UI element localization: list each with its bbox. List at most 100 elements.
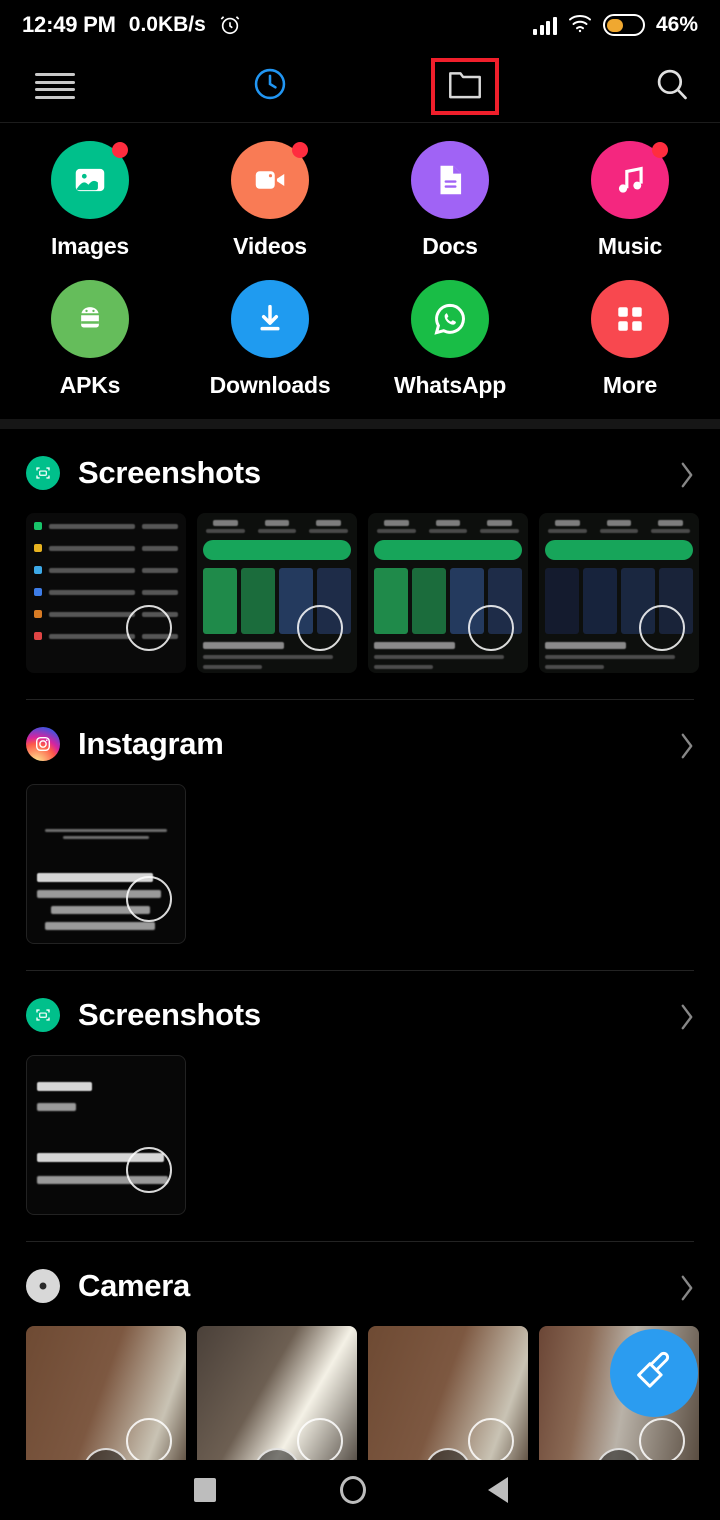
search-icon	[654, 66, 690, 107]
section-screenshots-2: Screenshots	[0, 971, 720, 1242]
chevron-right-icon[interactable]	[680, 1003, 694, 1027]
category-label: Docs	[422, 233, 477, 260]
android-icon	[51, 280, 129, 358]
section-header[interactable]: Instagram	[0, 700, 720, 784]
section-instagram-1: Instagram	[0, 700, 720, 971]
recents-button[interactable]	[194, 1478, 216, 1502]
notification-badge	[112, 142, 128, 158]
document-icon	[411, 141, 489, 219]
menu-button[interactable]	[0, 73, 110, 99]
alarm-icon	[219, 14, 241, 36]
battery-percent: 46%	[656, 13, 698, 37]
touch-indicator	[639, 1418, 685, 1464]
touch-indicator	[297, 1418, 343, 1464]
category-icon-wrap	[51, 280, 129, 358]
screenshot-icon	[26, 456, 60, 490]
back-button[interactable]	[488, 1477, 508, 1503]
thumbnail-playstore-3[interactable]	[539, 513, 699, 673]
category-icon-wrap	[231, 280, 309, 358]
section-title: Instagram	[78, 726, 223, 762]
section-screenshots-0: Screenshots	[0, 429, 720, 700]
category-label: APKs	[60, 372, 121, 399]
grid-icon	[591, 280, 669, 358]
thumbnail-instagram-post-zoom[interactable]	[26, 1055, 186, 1215]
file-sections: Screenshots Instagram Screenshots Camera	[0, 429, 720, 1512]
phone-screen: 12:49 PM 0.0KB/s 46% Images Videos Docs …	[0, 0, 720, 1520]
category-icon-wrap	[231, 141, 309, 219]
section-header[interactable]: Camera	[0, 1242, 720, 1326]
battery-icon	[603, 14, 645, 36]
touch-indicator	[126, 1147, 172, 1193]
status-bar-right: 46%	[533, 13, 698, 38]
hamburger-menu-icon	[35, 73, 75, 99]
tab-recent[interactable]	[252, 66, 288, 107]
category-apks[interactable]: APKs	[0, 280, 180, 399]
screenshot-icon	[26, 998, 60, 1032]
folder-icon	[445, 66, 485, 107]
category-more[interactable]: More	[540, 280, 720, 399]
status-bar: 12:49 PM 0.0KB/s 46%	[0, 0, 720, 50]
category-whatsapp[interactable]: WhatsApp	[360, 280, 540, 399]
signal-icon	[533, 15, 557, 35]
chevron-right-icon[interactable]	[680, 732, 694, 756]
wifi-icon	[568, 13, 592, 38]
touch-indicator	[126, 1418, 172, 1464]
category-docs[interactable]: Docs	[360, 141, 540, 260]
category-icon-wrap	[591, 141, 669, 219]
thumbnail-row	[0, 784, 720, 970]
category-label: More	[603, 372, 657, 399]
category-icon-wrap	[411, 141, 489, 219]
category-icon-wrap	[591, 280, 669, 358]
touch-indicator	[126, 876, 172, 922]
download-icon	[231, 280, 309, 358]
cleaner-brush-icon	[632, 1349, 676, 1398]
clock-recent-icon	[252, 66, 288, 107]
section-header[interactable]: Screenshots	[0, 971, 720, 1055]
touch-indicator	[468, 605, 514, 651]
whatsapp-icon	[411, 280, 489, 358]
home-button[interactable]	[340, 1476, 366, 1504]
status-time: 12:49 PM	[22, 12, 116, 38]
section-header[interactable]: Screenshots	[0, 429, 720, 513]
touch-indicator	[126, 605, 172, 651]
touch-indicator	[639, 605, 685, 651]
thumbnail-row	[0, 513, 720, 699]
triangle-back-icon	[488, 1477, 508, 1503]
system-navigation-bar	[0, 1460, 720, 1520]
touch-indicator	[297, 605, 343, 651]
network-speed: 0.0KB/s	[129, 13, 206, 37]
thumbnail-instagram-post[interactable]	[26, 784, 186, 944]
square-recents-icon	[194, 1478, 216, 1502]
camera-icon	[26, 1269, 60, 1303]
category-grid: Images Videos Docs Music APKs Downloads WhatsA…	[0, 123, 720, 419]
category-downloads[interactable]: Downloads	[180, 280, 360, 399]
category-videos[interactable]: Videos	[180, 141, 360, 260]
section-title: Screenshots	[78, 455, 261, 491]
category-music[interactable]: Music	[540, 141, 720, 260]
search-button[interactable]	[654, 66, 690, 107]
thumbnail-playstore-2[interactable]	[368, 513, 528, 673]
circle-home-icon	[340, 1476, 366, 1504]
category-label: Images	[51, 233, 129, 260]
cleaner-fab-button[interactable]	[610, 1329, 698, 1417]
category-icon-wrap	[411, 280, 489, 358]
status-bar-left: 12:49 PM 0.0KB/s	[22, 12, 241, 38]
tab-folders[interactable]	[431, 58, 499, 115]
chevron-right-icon[interactable]	[680, 1274, 694, 1298]
app-toolbar	[0, 50, 720, 122]
chevron-right-icon[interactable]	[680, 461, 694, 485]
category-label: Videos	[233, 233, 307, 260]
category-label: Downloads	[210, 372, 331, 399]
touch-indicator	[468, 1418, 514, 1464]
instagram-icon	[26, 727, 60, 761]
category-icon-wrap	[51, 141, 129, 219]
thumbnail-settings[interactable]	[26, 513, 186, 673]
section-title: Camera	[78, 1268, 190, 1304]
grid-divider	[0, 419, 720, 429]
thumbnail-row	[0, 1055, 720, 1241]
notification-badge	[652, 142, 668, 158]
category-images[interactable]: Images	[0, 141, 180, 260]
category-label: WhatsApp	[394, 372, 506, 399]
thumbnail-playstore-1[interactable]	[197, 513, 357, 673]
notification-badge	[292, 142, 308, 158]
